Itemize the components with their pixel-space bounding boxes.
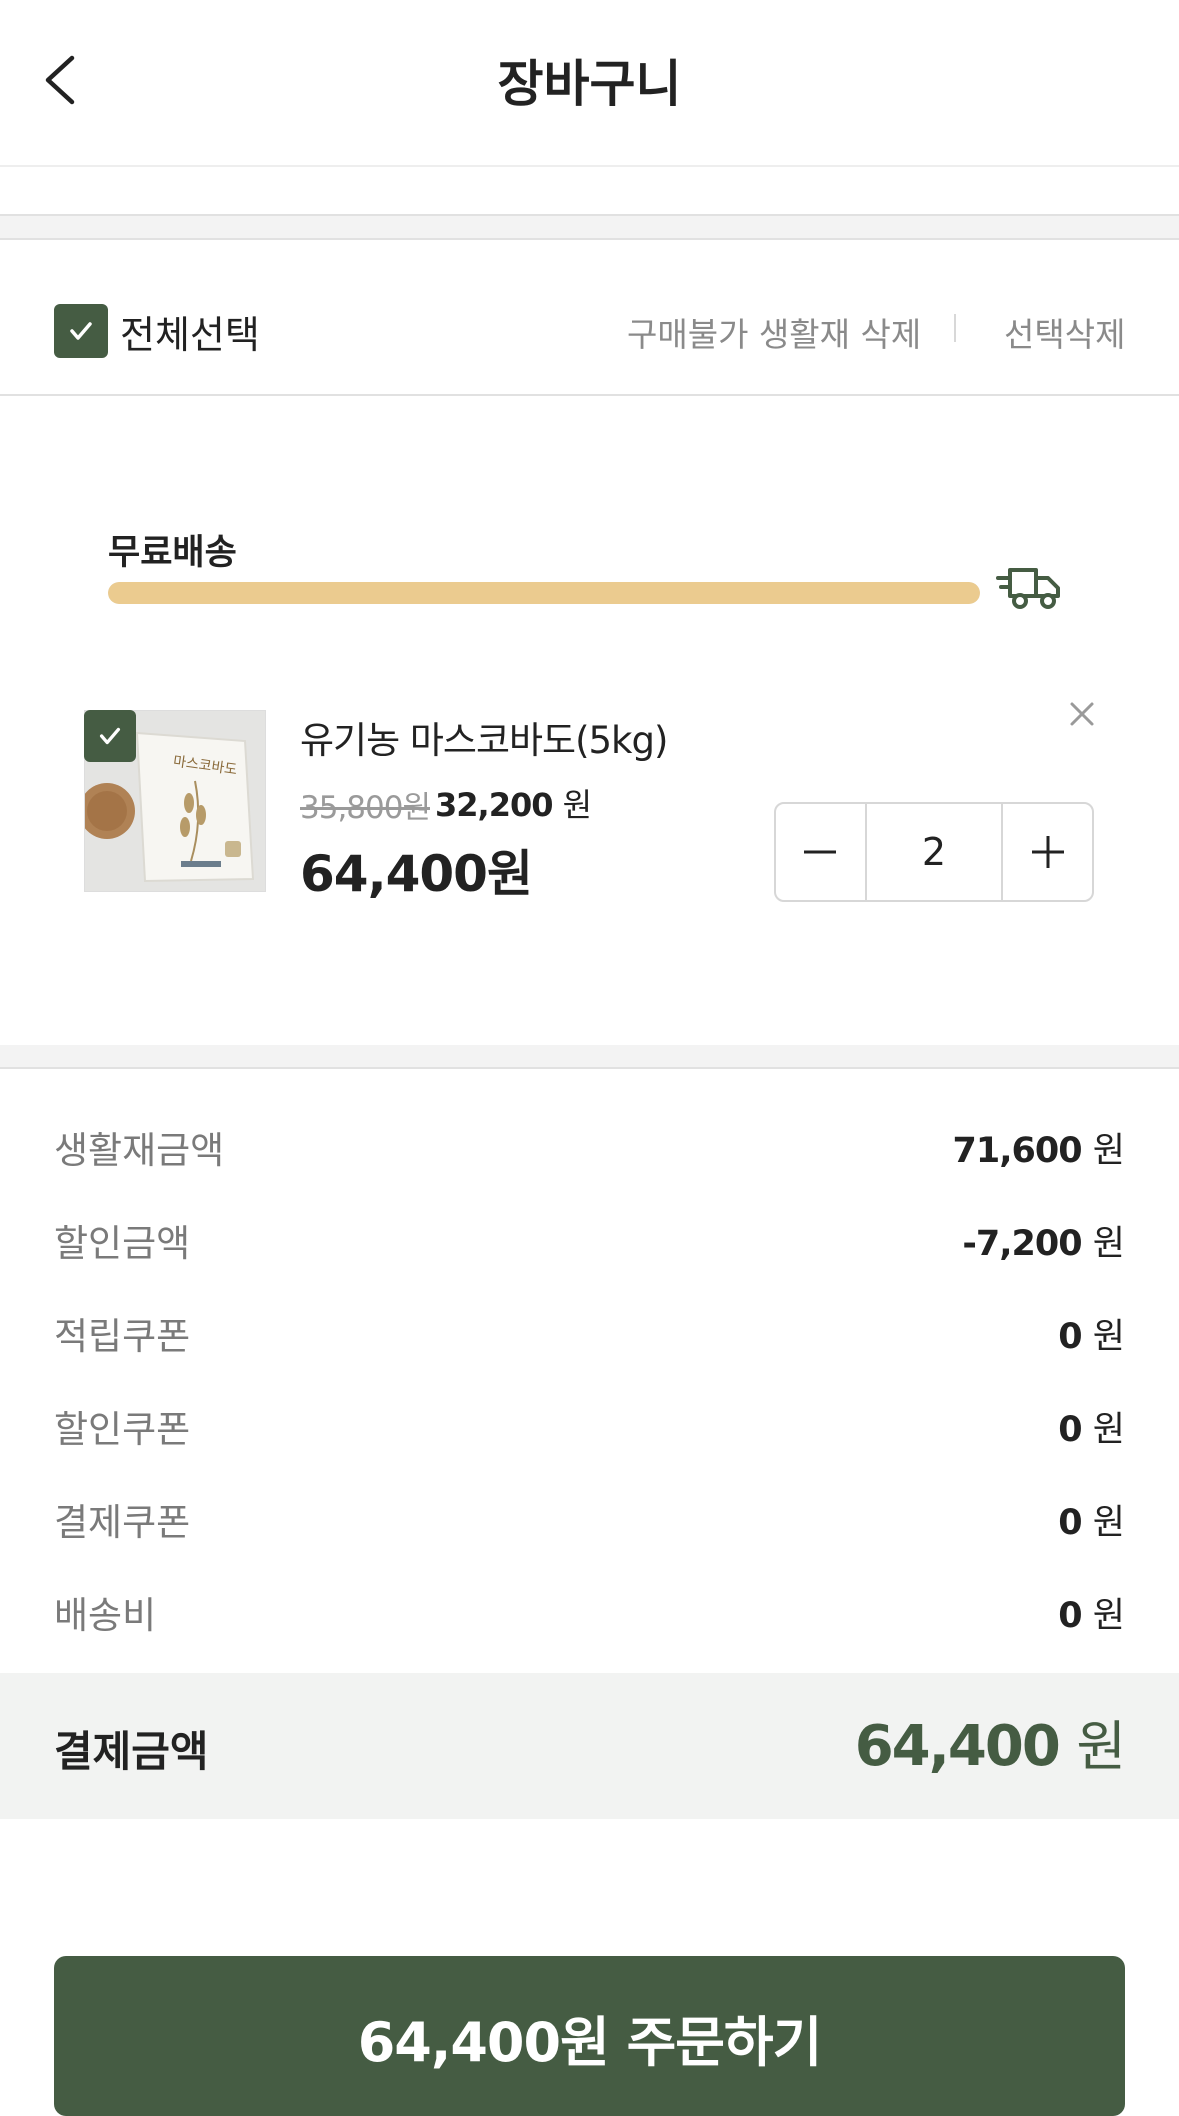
line-total-price: 64,400원: [300, 845, 533, 903]
summary-row-goods-amount: 생활재금액 71,600 원: [54, 1117, 1125, 1177]
summary-value-unit: 원: [1092, 1409, 1125, 1450]
summary-value: -7,200 원: [962, 1215, 1125, 1266]
summary-value-unit: 원: [1092, 1316, 1125, 1357]
summary-label: 적립쿠폰: [54, 1315, 191, 1358]
check-icon: [99, 727, 121, 745]
summary-row-shipping-fee: 배송비 0 원: [54, 1582, 1125, 1642]
section-divider: [0, 214, 1179, 240]
summary-value-number: 0: [1058, 1502, 1082, 1543]
summary-row-payment-coupon: 결제쿠폰 0 원: [54, 1489, 1125, 1549]
free-shipping-label: 무료배송: [108, 533, 237, 573]
delete-unavailable-button[interactable]: 구매불가 생활재 삭제: [627, 308, 921, 356]
summary-row-reward-coupon: 적립쿠폰 0 원: [54, 1303, 1125, 1363]
shipping-progress-bar: [108, 582, 980, 604]
decrease-quantity-button[interactable]: [776, 804, 865, 900]
total-amount-value: 64,400: [854, 1714, 1061, 1779]
order-button[interactable]: 64,400원 주문하기: [54, 1956, 1125, 2116]
summary-value-number: 71,600: [952, 1130, 1083, 1171]
select-all-label[interactable]: 전체선택: [120, 304, 260, 359]
total-amount: 64,400 원: [854, 1702, 1126, 1781]
summary-value-number: 0: [1058, 1316, 1082, 1357]
increase-quantity-button[interactable]: [1003, 804, 1092, 900]
summary-label: 할인금액: [54, 1222, 191, 1265]
delivery-truck-icon: [996, 560, 1064, 612]
summary-label: 생활재금액: [54, 1129, 225, 1172]
original-price: 35,800원: [300, 790, 431, 826]
page-title: 장바구니: [497, 55, 682, 113]
summary-value: 0 원: [1058, 1401, 1125, 1452]
shipping-progress-fill: [108, 582, 980, 604]
summary-label: 할인쿠폰: [54, 1408, 191, 1451]
summary-label: 결제쿠폰: [54, 1501, 191, 1544]
quantity-stepper: 2: [774, 802, 1094, 902]
total-amount-unit: 원: [1076, 1715, 1126, 1778]
summary-value-unit: 원: [1092, 1502, 1125, 1543]
sale-price: 32,200 원: [435, 780, 592, 826]
divider: [954, 314, 956, 342]
summary-row-discount-amount: 할인금액 -7,200 원: [54, 1210, 1125, 1270]
check-icon: [70, 322, 92, 340]
select-all-checkbox[interactable]: [54, 304, 108, 358]
summary-value-number: -7,200: [962, 1223, 1082, 1264]
summary-value-unit: 원: [1092, 1595, 1125, 1636]
summary-label: 배송비: [54, 1594, 157, 1637]
summary-value-unit: 원: [1092, 1130, 1125, 1171]
quantity-value[interactable]: 2: [864, 804, 1004, 900]
plus-icon: [1031, 836, 1064, 868]
summary-value: 71,600 원: [952, 1122, 1125, 1173]
close-icon: [1070, 702, 1094, 726]
delete-selected-button[interactable]: 선택삭제: [1004, 308, 1125, 356]
summary-row-discount-coupon: 할인쿠폰 0 원: [54, 1396, 1125, 1456]
summary-value: 0 원: [1058, 1308, 1125, 1359]
summary-value-unit: 원: [1092, 1223, 1125, 1264]
total-label: 결제금액: [54, 1727, 209, 1776]
sale-price-unit: 원: [562, 786, 592, 824]
summary-value-number: 0: [1058, 1595, 1082, 1636]
summary-value: 0 원: [1058, 1494, 1125, 1545]
section-divider: [0, 1045, 1179, 1069]
minus-icon: [804, 850, 837, 854]
product-checkbox[interactable]: [84, 710, 136, 762]
summary-value-number: 0: [1058, 1409, 1082, 1450]
sale-price-value: 32,200: [435, 786, 553, 824]
summary-value: 0 원: [1058, 1587, 1125, 1638]
remove-item-button[interactable]: [1062, 694, 1102, 734]
product-name[interactable]: 유기농 마스코바도(5kg): [300, 710, 668, 764]
